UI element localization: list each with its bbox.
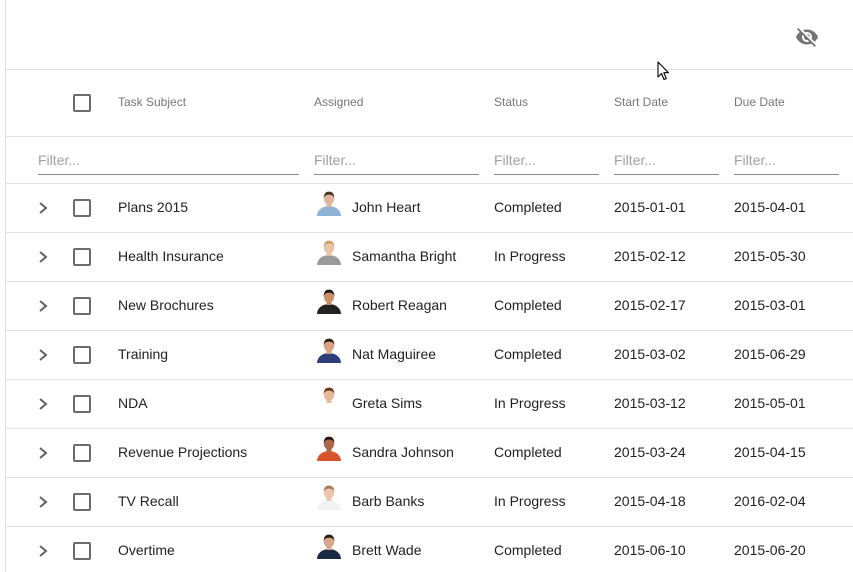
chevron-right-icon	[39, 349, 48, 361]
cell-assigned: John Heart	[352, 199, 421, 215]
cell-due-date: 2015-06-20	[734, 542, 806, 558]
cell-assigned: Greta Sims	[352, 395, 423, 411]
cell-start-date: 2015-01-01	[614, 199, 686, 215]
column-chooser-button[interactable]	[794, 25, 820, 49]
cell-assigned: Nat Maguiree	[352, 346, 437, 362]
cell-start-date: 2015-03-24	[614, 444, 686, 460]
table-row[interactable]: TV Recall Barb Banks In Progress 2015-04…	[6, 478, 853, 527]
table-row[interactable]: Overtime Brett Wade Completed 2015-06-10…	[6, 527, 853, 572]
avatar	[316, 190, 342, 216]
avatar	[316, 386, 342, 412]
header-start-date[interactable]: Start Date	[614, 95, 668, 109]
table-row[interactable]: Plans 2015 John Heart Completed 2015-01-…	[6, 184, 853, 233]
cell-assigned: Brett Wade	[352, 542, 422, 558]
cell-due-date: 2015-04-01	[734, 199, 806, 215]
cell-task-subject: NDA	[118, 395, 148, 411]
cell-status: Completed	[494, 297, 562, 313]
cell-assigned: Sandra Johnson	[352, 444, 454, 460]
chevron-right-icon	[39, 398, 48, 410]
cell-status: In Progress	[494, 493, 566, 509]
cell-status: In Progress	[494, 395, 566, 411]
avatar	[316, 484, 342, 510]
grid-body: Plans 2015 John Heart Completed 2015-01-…	[6, 184, 853, 572]
cell-task-subject: Plans 2015	[118, 199, 189, 215]
cell-assigned: Barb Banks	[352, 493, 425, 509]
task-data-grid: Task Subject Assigned Status Start Date …	[5, 0, 853, 572]
cell-task-subject: Health Insurance	[118, 248, 224, 264]
cell-start-date: 2015-02-17	[614, 297, 686, 313]
table-row[interactable]: Health Insurance Samantha Bright In Prog…	[6, 233, 853, 282]
cell-task-subject: TV Recall	[118, 493, 179, 509]
cell-assigned: Samantha Bright	[352, 248, 457, 264]
cell-start-date: 2015-03-02	[614, 346, 686, 362]
header-assigned[interactable]: Assigned	[314, 95, 363, 109]
expand-row-button[interactable]	[36, 494, 50, 510]
chevron-right-icon	[39, 496, 48, 508]
expand-row-button[interactable]	[36, 543, 50, 559]
column-header-row: Task Subject Assigned Status Start Date …	[6, 70, 853, 137]
cell-due-date: 2015-04-15	[734, 444, 806, 460]
cell-due-date: 2015-05-30	[734, 248, 806, 264]
cell-assigned: Robert Reagan	[352, 297, 447, 313]
table-row[interactable]: Revenue Projections Sandra Johnson Compl…	[6, 429, 853, 478]
filter-start-date[interactable]	[614, 145, 719, 175]
expand-row-button[interactable]	[36, 200, 50, 216]
avatar	[316, 337, 342, 363]
cell-due-date: 2015-06-29	[734, 346, 806, 362]
avatar	[316, 239, 342, 265]
header-status[interactable]: Status	[494, 95, 528, 109]
cell-status: Completed	[494, 346, 562, 362]
cell-task-subject: Revenue Projections	[118, 444, 248, 460]
filter-row	[6, 137, 853, 184]
avatar	[316, 435, 342, 461]
row-select-checkbox[interactable]	[73, 248, 91, 266]
row-select-checkbox[interactable]	[73, 542, 91, 560]
eye-off-icon	[796, 28, 818, 47]
cell-status: Completed	[494, 444, 562, 460]
filter-status[interactable]	[494, 145, 599, 175]
chevron-right-icon	[39, 447, 48, 459]
cell-task-subject: New Brochures	[118, 297, 214, 313]
avatar	[316, 288, 342, 314]
header-due-date[interactable]: Due Date	[734, 95, 785, 109]
cell-status: Completed	[494, 542, 562, 558]
expand-row-button[interactable]	[36, 347, 50, 363]
cell-due-date: 2016-02-04	[734, 493, 806, 509]
cell-start-date: 2015-04-18	[614, 493, 686, 509]
row-select-checkbox[interactable]	[73, 297, 91, 315]
row-select-checkbox[interactable]	[73, 444, 91, 462]
row-select-checkbox[interactable]	[73, 493, 91, 511]
table-row[interactable]: New Brochures Robert Reagan Completed 20…	[6, 282, 853, 331]
cell-status: In Progress	[494, 248, 566, 264]
avatar	[316, 533, 342, 559]
chevron-right-icon	[39, 300, 48, 312]
header-task-subject[interactable]: Task Subject	[118, 95, 186, 109]
select-all-checkbox[interactable]	[73, 94, 91, 112]
expand-row-button[interactable]	[36, 445, 50, 461]
chevron-right-icon	[39, 545, 48, 557]
table-row[interactable]: Training Nat Maguiree Completed 2015-03-…	[6, 331, 853, 380]
cell-due-date: 2015-05-01	[734, 395, 806, 411]
cell-start-date: 2015-06-10	[614, 542, 686, 558]
expand-row-button[interactable]	[36, 249, 50, 265]
row-select-checkbox[interactable]	[73, 346, 91, 364]
cell-task-subject: Overtime	[118, 542, 175, 558]
filter-due-date[interactable]	[734, 145, 839, 175]
filter-assigned[interactable]	[314, 145, 479, 175]
expand-row-button[interactable]	[36, 298, 50, 314]
chevron-right-icon	[39, 251, 48, 263]
cell-start-date: 2015-02-12	[614, 248, 686, 264]
filter-task-subject[interactable]	[38, 145, 299, 175]
row-select-checkbox[interactable]	[73, 395, 91, 413]
chevron-right-icon	[39, 202, 48, 214]
table-row[interactable]: NDA Greta Sims In Progress 2015-03-12 20…	[6, 380, 853, 429]
cell-status: Completed	[494, 199, 562, 215]
grid-toolbar	[6, 0, 853, 70]
expand-row-button[interactable]	[36, 396, 50, 412]
row-select-checkbox[interactable]	[73, 199, 91, 217]
cell-due-date: 2015-03-01	[734, 297, 806, 313]
cell-task-subject: Training	[118, 346, 169, 362]
cell-start-date: 2015-03-12	[614, 395, 686, 411]
